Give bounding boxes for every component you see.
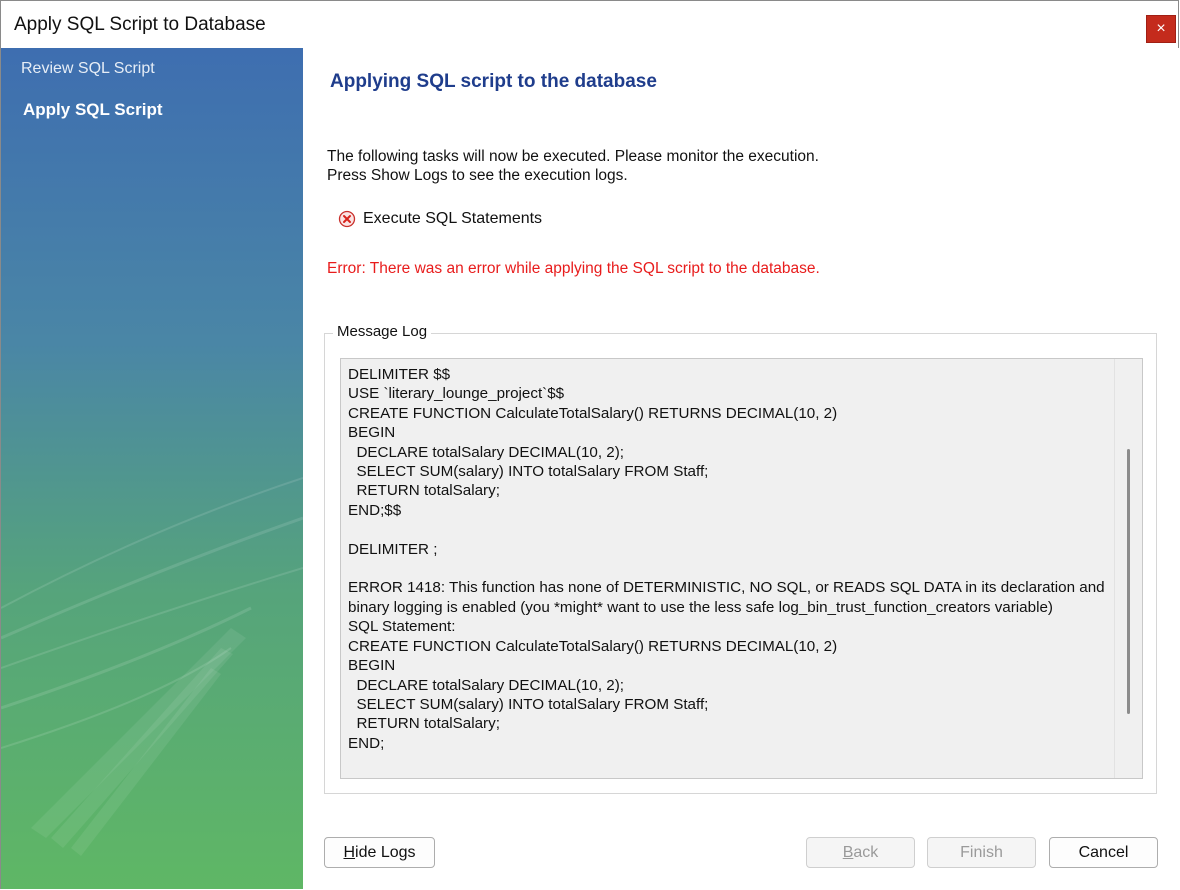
task-execute-sql-statements: Execute SQL Statements bbox=[338, 210, 542, 228]
intro-text: The following tasks will now be executed… bbox=[327, 147, 819, 185]
cancel-button[interactable]: Cancel bbox=[1049, 837, 1158, 868]
close-button[interactable]: × bbox=[1146, 15, 1176, 43]
window-title: Apply SQL Script to Database bbox=[14, 14, 266, 35]
hide-logs-label: ide Logs bbox=[355, 843, 416, 861]
back-button[interactable]: Back bbox=[806, 837, 915, 868]
intro-line-1: The following tasks will now be executed… bbox=[327, 148, 819, 165]
intro-line-2: Press Show Logs to see the execution log… bbox=[327, 167, 628, 184]
message-log-textarea[interactable]: DELIMITER $$ USE `literary_lounge_projec… bbox=[340, 358, 1143, 779]
wizard-content: Applying SQL script to the database The … bbox=[303, 48, 1179, 889]
wizard-sidebar: Review SQL Script Apply SQL Script bbox=[1, 48, 303, 889]
page-heading: Applying SQL script to the database bbox=[330, 71, 657, 92]
sidebar-item-review-sql-script: Review SQL Script bbox=[21, 60, 155, 77]
task-label: Execute SQL Statements bbox=[363, 210, 543, 227]
apply-sql-dialog: Apply SQL Script to Database × Review SQ… bbox=[0, 0, 1179, 889]
message-log-text: DELIMITER $$ USE `literary_lounge_projec… bbox=[348, 366, 1105, 752]
log-scrollbar[interactable] bbox=[1114, 359, 1142, 778]
message-log-label: Message Log bbox=[333, 323, 432, 340]
message-log-group: Message Log DELIMITER $$ USE `literary_l… bbox=[324, 323, 1157, 794]
finish-button[interactable]: Finish bbox=[927, 837, 1036, 868]
sidebar-item-apply-sql-script: Apply SQL Script bbox=[23, 100, 163, 119]
title-bar: Apply SQL Script to Database × bbox=[1, 1, 1178, 48]
error-message: Error: There was an error while applying… bbox=[327, 260, 820, 277]
error-x-icon bbox=[338, 210, 356, 228]
sidebar-decoration bbox=[1, 477, 303, 856]
back-label: ack bbox=[853, 843, 879, 861]
log-scrollbar-thumb[interactable] bbox=[1127, 449, 1130, 714]
hide-logs-button[interactable]: Hide Logs bbox=[324, 837, 435, 868]
back-mnemonic: B bbox=[842, 843, 854, 861]
hide-logs-mnemonic: H bbox=[343, 843, 356, 861]
